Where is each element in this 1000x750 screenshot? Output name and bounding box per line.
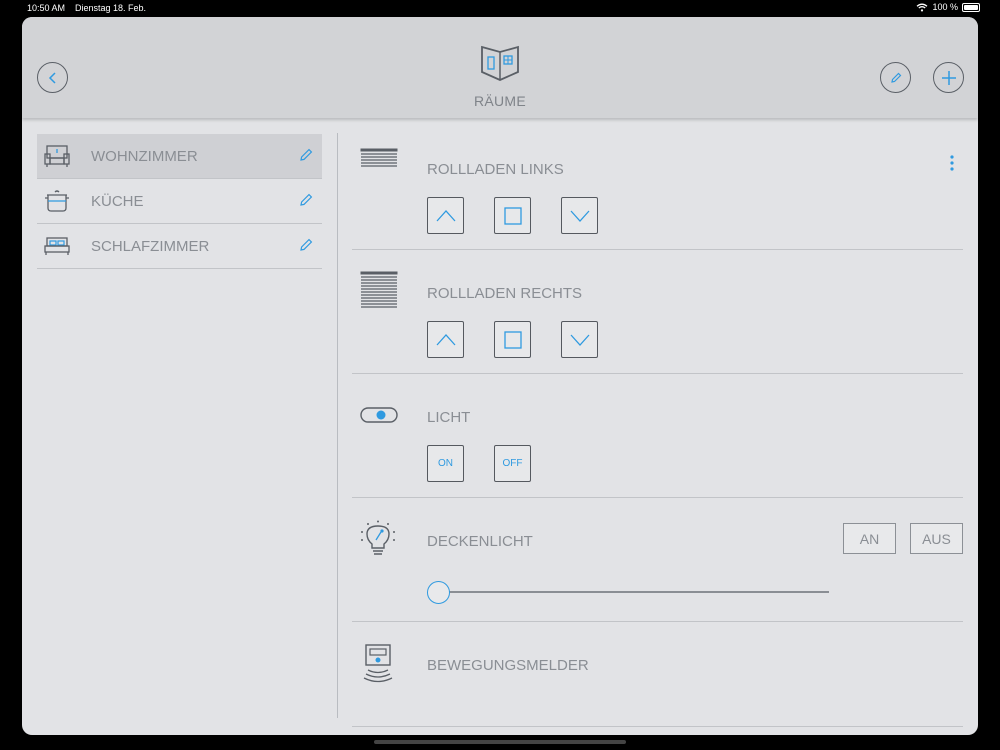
- rooms-icon: [481, 45, 519, 81]
- battery-icon: [962, 2, 980, 12]
- shutter-up-button[interactable]: [427, 197, 464, 234]
- header-bar: RÄUME: [22, 17, 978, 118]
- device-label: LICHT: [427, 409, 471, 426]
- status-right: 100 %: [916, 2, 980, 12]
- shutter-closed-icon: [360, 271, 398, 308]
- stop-square-icon: [503, 330, 522, 349]
- shutter-down-button[interactable]: [561, 321, 598, 358]
- pencil-icon: [890, 72, 901, 83]
- wifi-icon: [917, 3, 928, 11]
- light-bulb-icon: [361, 520, 395, 555]
- bed-icon: [44, 237, 70, 255]
- shutter-up-button[interactable]: [427, 321, 464, 358]
- toggle-switch-icon: [360, 407, 398, 423]
- device-label: DECKENLICHT: [427, 533, 533, 550]
- shutter-stop-button[interactable]: [494, 197, 531, 234]
- light-off-button[interactable]: OFF: [494, 445, 531, 482]
- an-button[interactable]: AN: [843, 523, 896, 554]
- edit-button[interactable]: [880, 62, 911, 93]
- room-label: WOHNZIMMER: [91, 148, 198, 165]
- device-label: ROLLLADEN RECHTS: [427, 285, 583, 302]
- aus-button[interactable]: AUS: [910, 523, 963, 554]
- chevron-down-icon: [570, 334, 589, 346]
- chevron-down-icon: [570, 210, 589, 222]
- battery-percent: 100 %: [932, 2, 958, 12]
- light-on-button[interactable]: ON: [427, 445, 464, 482]
- device-licht: LICHT ON OFF: [352, 374, 963, 498]
- stop-square-icon: [503, 206, 522, 225]
- edit-pencil-icon[interactable]: [298, 192, 314, 208]
- room-label: KÜCHE: [91, 193, 144, 210]
- room-item-wohnzimmer[interactable]: WOHNZIMMER: [37, 134, 322, 179]
- dimmer-slider-track[interactable]: [428, 591, 829, 593]
- room-list: WOHNZIMMER KÜCHE SCHLAFZIMMER: [22, 118, 338, 735]
- more-options-icon[interactable]: [949, 154, 955, 172]
- chevron-up-icon: [436, 333, 455, 345]
- device-deckenlicht: DECKENLICHT AN AUS: [352, 498, 963, 622]
- chevron-left-icon: [48, 71, 56, 84]
- pane-divider: [337, 133, 338, 718]
- home-indicator[interactable]: [374, 740, 626, 744]
- chevron-up-icon: [436, 209, 455, 221]
- plus-icon: [941, 70, 956, 85]
- room-label: SCHLAFZIMMER: [91, 238, 210, 255]
- edit-pencil-icon[interactable]: [298, 147, 314, 163]
- room-item-kueche[interactable]: KÜCHE: [37, 179, 322, 224]
- status-date: Dienstag 18. Feb.: [75, 3, 147, 13]
- device-label: ROLLLADEN LINKS: [427, 161, 564, 178]
- add-button[interactable]: [933, 62, 964, 93]
- ipad-screen: 10:50 AM Dienstag 18. Feb. 100 % RÄUME W…: [0, 0, 1000, 750]
- shutter-stop-button[interactable]: [494, 321, 531, 358]
- device-rollladen-rechts: ROLLLADEN RECHTS: [352, 250, 963, 374]
- status-bar: 10:50 AM Dienstag 18. Feb. 100 %: [0, 0, 1000, 16]
- off-label: OFF: [502, 458, 523, 469]
- room-item-schlafzimmer[interactable]: SCHLAFZIMMER: [37, 224, 322, 269]
- shutter-icon: [360, 148, 398, 167]
- back-button[interactable]: [37, 62, 68, 93]
- dimmer-slider-thumb[interactable]: [427, 581, 450, 604]
- pot-icon: [45, 190, 69, 212]
- motion-sensor-icon: [363, 644, 393, 683]
- device-bewegungsmelder: BEWEGUNGSMELDER: [352, 622, 963, 727]
- shutter-down-button[interactable]: [561, 197, 598, 234]
- on-label: ON: [438, 458, 453, 469]
- sofa-icon: [44, 145, 70, 167]
- edit-pencil-icon[interactable]: [298, 237, 314, 253]
- app-window: RÄUME WOHNZIMMER KÜCHE SCHLAFZIMMER ROLL…: [22, 17, 978, 735]
- device-rollladen-links: ROLLLADEN LINKS: [352, 118, 963, 250]
- device-label: BEWEGUNGSMELDER: [427, 657, 589, 674]
- status-time: 10:50 AM: [27, 3, 66, 13]
- page-title: RÄUME: [473, 93, 527, 109]
